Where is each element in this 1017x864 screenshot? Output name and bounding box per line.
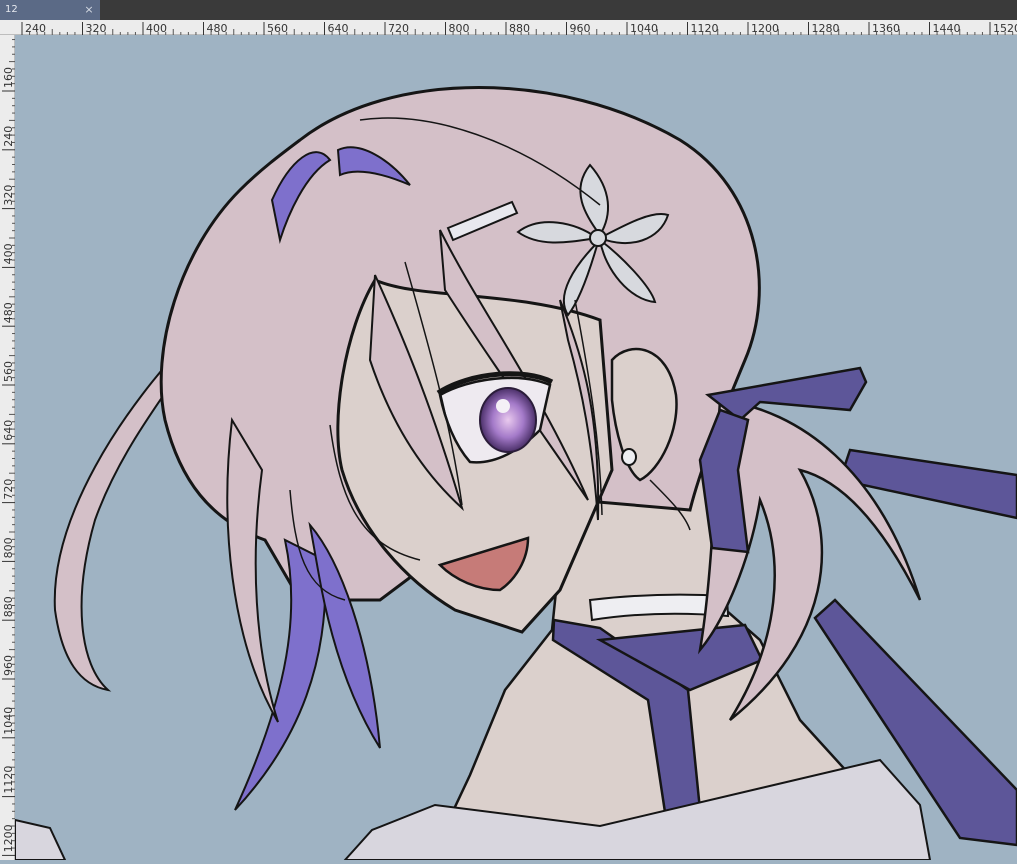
eye-iris: [479, 387, 537, 453]
drawing-canvas[interactable]: [15, 35, 1017, 860]
document-tab[interactable]: 12 ×: [0, 0, 100, 20]
ruler-label: 1040: [630, 22, 658, 35]
ruler-label: 400: [146, 22, 167, 35]
ruler-label: 880: [2, 596, 15, 617]
ruler-label: 1200: [751, 22, 779, 35]
ruler-label: 720: [388, 22, 409, 35]
ruler-label: 560: [267, 22, 288, 35]
ruler-label: 960: [570, 22, 591, 35]
illustration-artwork: [15, 35, 1017, 860]
horizontal-ruler[interactable]: 240 320 400 480 560 640 720 800 880 960 1040 1120 12…: [0, 20, 1017, 35]
ruler-label: 1520: [993, 22, 1017, 35]
close-tab-icon[interactable]: ×: [83, 0, 95, 20]
ruler-label: 1360: [872, 22, 900, 35]
ruler-label: 1280: [812, 22, 840, 35]
ruler-label: 240: [2, 126, 15, 147]
ruler-label: 160: [2, 67, 15, 88]
vertical-ruler[interactable]: 160 240 320 400 480 560 640 720 800 880 960 1040 112…: [0, 35, 15, 860]
ruler-label: 640: [2, 420, 15, 441]
ruler-label: 960: [2, 655, 15, 676]
ruler-label: 720: [2, 479, 15, 500]
ruler-label: 560: [2, 361, 15, 382]
ruler-label: 1120: [2, 766, 15, 794]
ruler-label: 1200: [2, 824, 15, 852]
document-tab-title: 12: [5, 4, 18, 15]
ruler-label: 1040: [2, 707, 15, 735]
eye-highlight: [496, 399, 510, 413]
horizontal-ruler-marks: 240 320 400 480 560 640 720 800 880 960 1040 1120 12…: [21, 22, 1017, 35]
ruler-label: 240: [25, 22, 46, 35]
ruler-label: 320: [2, 185, 15, 206]
ruler-label: 1120: [691, 22, 719, 35]
document-tab-bar: 12 ×: [0, 0, 1017, 20]
ruler-label: 800: [2, 537, 15, 558]
ruler-label: 640: [328, 22, 349, 35]
earring: [621, 448, 637, 466]
vertical-ruler-marks: 160 240 320 400 480 560 640 720 800 880 960 1040 112…: [2, 39, 15, 856]
ruler-label: 1440: [933, 22, 961, 35]
ruler-label: 800: [449, 22, 470, 35]
ruler-label: 320: [86, 22, 107, 35]
ruler-label: 400: [2, 243, 15, 264]
ruler-label: 480: [207, 22, 228, 35]
ruler-label: 880: [509, 22, 530, 35]
ruler-label: 480: [2, 302, 15, 323]
